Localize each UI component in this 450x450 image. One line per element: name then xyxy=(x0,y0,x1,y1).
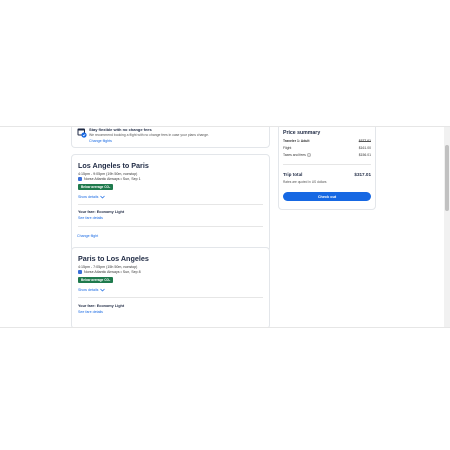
taxes-price: $156.01 xyxy=(358,153,371,158)
co2-badge: Below average CO₂ xyxy=(78,184,114,190)
flight-row: Flight $161.00 xyxy=(283,146,371,150)
divider xyxy=(78,297,263,298)
outbound-flight-time: 4:15pm - 9:05pm (19h 50m, nonstop) xyxy=(78,172,138,176)
checkout-page: Stay flexible with no change fees We rec… xyxy=(0,126,450,328)
taxes-label: Taxes and fees xyxy=(283,153,306,157)
outbound-show-details-button[interactable]: Show details xyxy=(78,195,106,199)
check-out-button[interactable]: Check out xyxy=(283,192,371,201)
divider xyxy=(78,226,263,227)
scrollbar-thumb[interactable] xyxy=(445,145,449,211)
show-details-label: Show details xyxy=(78,195,99,199)
inbound-flight-time: 4:15pm - 7:05pm (15h 50m, nonstop) xyxy=(78,265,138,269)
inbound-fare-title: Your fare: Economy Light xyxy=(78,304,125,308)
flight-label: Flight xyxy=(283,146,292,150)
inbound-airline-text: Norse Atlantic Airways • Sun, Sep 8 xyxy=(84,270,141,274)
traveler-label: Traveler 1: Adult xyxy=(283,139,310,143)
outbound-flight-card: Los Angeles to Paris 4:15pm - 9:05pm (19… xyxy=(71,154,270,252)
flexibility-banner: Stay flexible with no change fees We rec… xyxy=(71,127,270,148)
inbound-airline-row: Norse Atlantic Airways • Sun, Sep 8 xyxy=(78,270,141,274)
inbound-flight-card: Paris to Los Angeles 4:15pm - 7:05pm (15… xyxy=(71,247,270,327)
inbound-route-title: Paris to Los Angeles xyxy=(78,254,149,263)
trip-total-row: Trip total $317.01 xyxy=(283,172,371,177)
outbound-airline-text: Norse Atlantic Airways • Sun, Sep 1 xyxy=(84,177,141,181)
outbound-fare-title: Your fare: Economy Light xyxy=(78,210,125,214)
show-details-label: Show details xyxy=(78,288,99,292)
airline-logo-icon xyxy=(78,270,82,274)
inbound-fare-details-link[interactable]: See fare details xyxy=(78,310,103,314)
outbound-fare-details-link[interactable]: See fare details xyxy=(78,216,103,220)
outbound-airline-row: Norse Atlantic Airways • Sun, Sep 1 xyxy=(78,177,141,181)
traveler-price: $377.01 xyxy=(358,139,371,143)
traveler-row: Traveler 1: Adult $377.01 xyxy=(283,139,371,143)
price-summary-title: Price summary xyxy=(283,130,321,136)
chevron-down-icon xyxy=(100,288,106,292)
trip-total-value: $317.01 xyxy=(354,172,371,177)
change-flight-link[interactable]: Change flight xyxy=(77,234,98,238)
airline-logo-icon xyxy=(78,177,82,181)
scrollbar[interactable] xyxy=(444,127,450,327)
co2-badge: Below average CO₂ xyxy=(78,277,114,283)
info-icon[interactable] xyxy=(306,153,311,158)
trip-total-label: Trip total xyxy=(283,172,303,177)
price-summary-card: Price summary Traveler 1: Adult $377.01 … xyxy=(278,127,376,210)
change-flights-link[interactable]: Change flights xyxy=(89,139,112,143)
inbound-show-details-button[interactable]: Show details xyxy=(78,288,106,292)
divider xyxy=(283,164,371,165)
flexibility-description: We recommend booking a flight with no ch… xyxy=(89,133,209,137)
flight-price: $161.00 xyxy=(358,146,371,150)
taxes-row: Taxes and fees $156.01 xyxy=(283,153,371,157)
taxes-label-wrap[interactable]: Taxes and fees xyxy=(283,153,311,158)
calendar-shield-icon xyxy=(77,128,87,138)
flexibility-title: Stay flexible with no change fees xyxy=(89,127,152,132)
divider xyxy=(78,204,263,205)
rates-note: Rates are quoted in US dollars xyxy=(283,180,327,184)
chevron-down-icon xyxy=(100,195,106,199)
outbound-route-title: Los Angeles to Paris xyxy=(78,161,149,170)
